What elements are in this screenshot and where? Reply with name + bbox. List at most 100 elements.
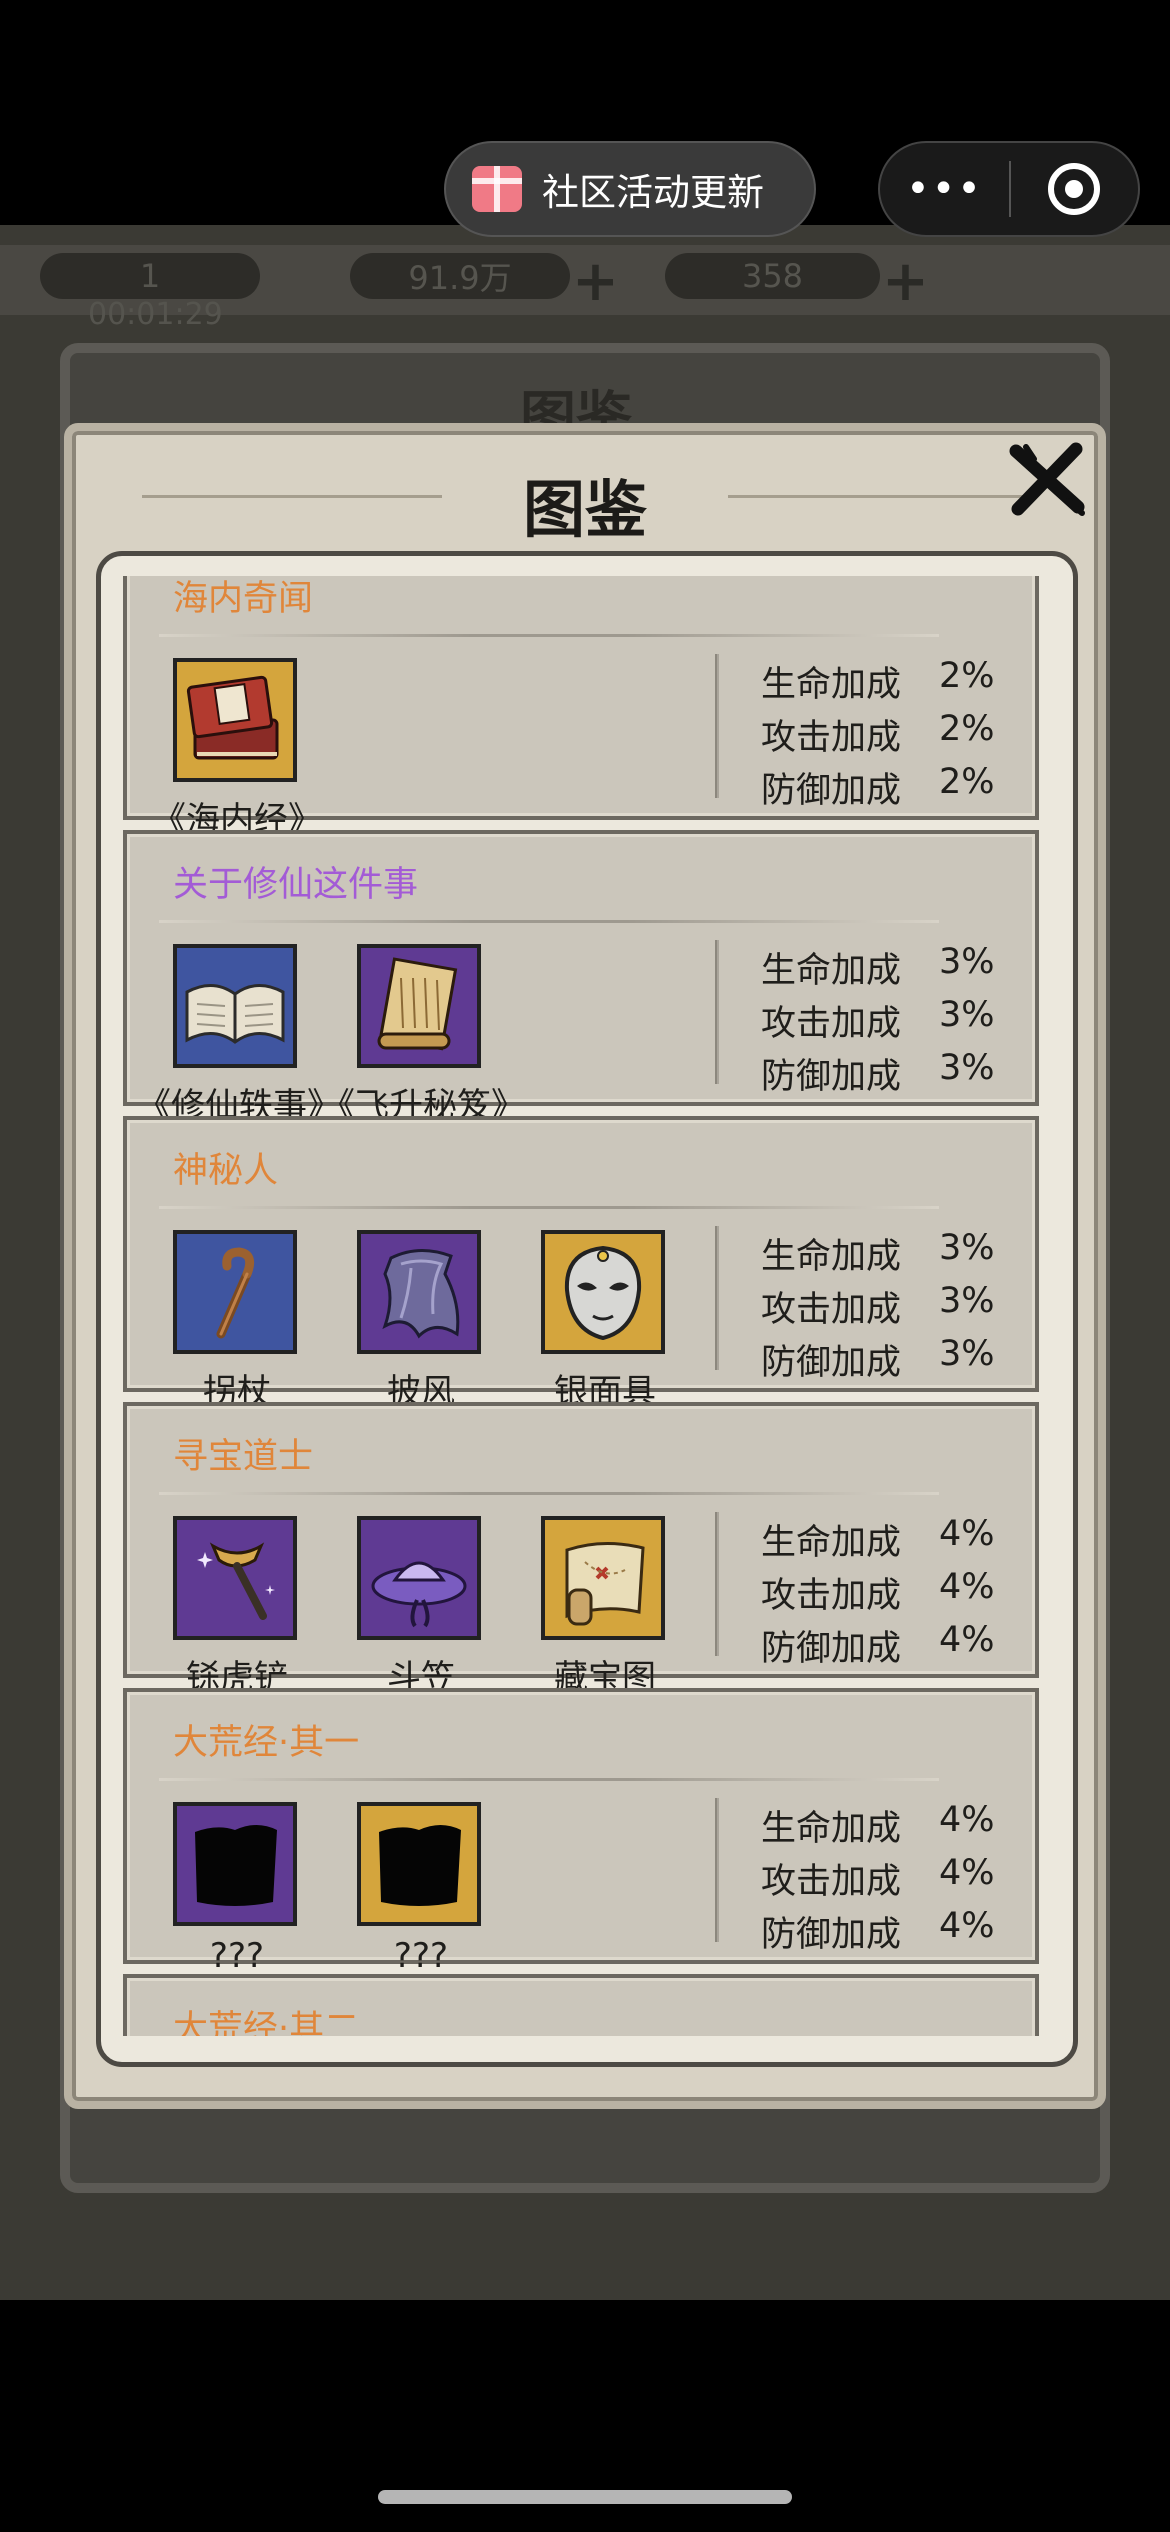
stat-row-atk: 攻击加成 4%	[761, 1567, 999, 1620]
collection-item-name: ???	[209, 1936, 265, 1976]
stat-row-hp: 生命加成 3%	[761, 942, 999, 995]
stats-separator	[715, 1512, 719, 1656]
gift-icon	[472, 166, 522, 212]
collection-card: 神秘人 拐杖 披风 银面具 生命加成 3% 攻击加成 3% 防御加成 3%	[123, 1116, 1039, 1412]
collection-title: 大荒经·其一	[173, 1723, 360, 1763]
stat-label: 生命加成	[761, 951, 902, 991]
stat-row-hp: 生命加成 4%	[761, 1800, 999, 1853]
collection-title-divider	[159, 634, 939, 637]
level-value: 1	[139, 257, 161, 295]
collection-item[interactable]: 《修仙轶事》	[137, 944, 341, 1126]
collection-modal: 图鉴 海内奇闻《海内经》 生命加成 2% 攻击加成 2% 防御加成 2% 关于修仙这件事《修仙…	[64, 423, 1106, 2109]
collection-stats: 生命加成 4% 攻击加成 4% 防御加成 4%	[761, 1800, 999, 1959]
exit-button[interactable]	[1011, 163, 1138, 215]
stat-value: 4%	[939, 1800, 995, 1840]
collection-list[interactable]: 海内奇闻《海内经》 生命加成 2% 攻击加成 2% 防御加成 2% 关于修仙这件事《修仙轶事》…	[123, 576, 1039, 2036]
stats-separator	[715, 940, 719, 1084]
stat-label: 攻击加成	[761, 1862, 902, 1902]
stats-separator	[715, 654, 719, 798]
collection-item[interactable]: 拐杖	[173, 1230, 297, 1412]
collection-title: 寻宝道士	[173, 1437, 314, 1477]
stat-row-hp: 生命加成 2%	[761, 656, 999, 709]
stat-row-def: 防御加成 4%	[761, 1620, 999, 1673]
straw-hat-icon	[371, 1561, 467, 1628]
collection-item[interactable]: 披风	[357, 1230, 481, 1412]
collection-title-divider	[159, 1492, 939, 1495]
open-book-icon	[185, 984, 285, 1044]
stat-row-hp: 生命加成 3%	[761, 1228, 999, 1281]
stats-separator	[715, 1226, 719, 1370]
collection-item[interactable]: 银面具	[541, 1230, 665, 1412]
collection-title: 神秘人	[173, 1151, 279, 1191]
collection-item[interactable]: 藏宝图	[541, 1516, 665, 1698]
stat-row-atk: 攻击加成 3%	[761, 995, 999, 1048]
stat-value: 4%	[939, 1567, 995, 1607]
currency1-plus-icon[interactable]: +	[572, 249, 619, 314]
stat-row-def: 防御加成 2%	[761, 762, 999, 815]
cloak-icon	[382, 1249, 460, 1339]
collection-card: 关于修仙这件事 《修仙轶事》 《飞升秘笈》 生命加成 3% 攻击加成 3% 防御加成 3%	[123, 830, 1039, 1126]
collection-item[interactable]: 《海内经》	[152, 658, 322, 840]
stat-value: 4%	[939, 1620, 995, 1660]
silver-mask-icon	[564, 1245, 642, 1341]
stat-row-def: 防御加成 4%	[761, 1906, 999, 1959]
stat-value: 4%	[939, 1853, 995, 1893]
stat-value: 3%	[939, 942, 995, 982]
stat-label: 攻击加成	[761, 1004, 902, 1044]
collection-item[interactable]: ???	[173, 1802, 297, 1976]
stat-label: 生命加成	[761, 665, 902, 705]
screen: 1 00:01:29 91.9万 + 358 + 图鉴 地图 社区活动更新 ••…	[0, 0, 1170, 2532]
shovel-icon	[197, 1542, 275, 1620]
home-indicator[interactable]	[378, 2490, 792, 2504]
stat-label: 防御加成	[761, 1057, 902, 1097]
close-x-icon[interactable]	[1004, 437, 1090, 523]
modal-title: 图鉴	[522, 473, 647, 546]
collection-title: 大荒经·其二	[173, 2009, 360, 2036]
currency2-value: 358	[741, 257, 804, 295]
collection-item[interactable]: ???	[357, 1802, 481, 1976]
stat-label: 生命加成	[761, 1523, 902, 1563]
stat-value: 4%	[939, 1514, 995, 1554]
currency2-plus-icon[interactable]: +	[882, 249, 929, 314]
stat-value: 2%	[939, 656, 995, 696]
collection-title-divider	[159, 1778, 939, 1781]
collection-item-name: ???	[393, 1936, 449, 1976]
scroll-icon	[377, 957, 458, 1051]
stat-row-atk: 攻击加成 3%	[761, 1281, 999, 1334]
collection-title: 关于修仙这件事	[173, 865, 419, 905]
stat-value: 3%	[939, 995, 995, 1035]
currency2-counter: 358	[665, 253, 880, 299]
stat-value: 3%	[939, 1334, 995, 1374]
collection-card: 大荒经·其一?????? 生命加成 4% 攻击加成 4% 防御加成 4%	[123, 1688, 1039, 1976]
stat-label: 攻击加成	[761, 718, 902, 758]
community-update-button[interactable]: 社区活动更新	[444, 141, 816, 237]
collection-title-divider	[159, 920, 939, 923]
collection-stats: 生命加成 3% 攻击加成 3% 防御加成 3%	[761, 942, 999, 1101]
collection-item[interactable]: 铩虎铲	[173, 1516, 297, 1698]
unknown-silhouette-icon	[195, 1825, 277, 1906]
collection-item[interactable]: 《飞升秘笈》	[321, 944, 525, 1126]
collection-stats: 生命加成 3% 攻击加成 3% 防御加成 3%	[761, 1228, 999, 1387]
stat-label: 防御加成	[761, 771, 902, 811]
book-stack-icon	[186, 675, 279, 760]
stat-label: 防御加成	[761, 1915, 902, 1955]
stat-label: 防御加成	[761, 1343, 902, 1383]
collection-card: 大荒经·其二	[123, 1974, 1039, 2036]
unknown-silhouette-icon	[379, 1825, 461, 1906]
stat-row-def: 防御加成 3%	[761, 1048, 999, 1101]
stat-label: 攻击加成	[761, 1576, 902, 1616]
collection-stats: 生命加成 2% 攻击加成 2% 防御加成 2%	[761, 656, 999, 815]
currency1-value: 91.9万	[408, 259, 512, 297]
more-dots-icon[interactable]: •••	[880, 169, 1009, 209]
stat-value: 3%	[939, 1281, 995, 1321]
game-timer: 00:01:29	[88, 297, 223, 332]
stat-label: 生命加成	[761, 1237, 902, 1277]
stat-label: 防御加成	[761, 1629, 902, 1669]
collection-title: 海内奇闻	[173, 579, 314, 619]
collection-card: 海内奇闻《海内经》 生命加成 2% 攻击加成 2% 防御加成 2%	[123, 576, 1039, 840]
stat-value: 3%	[939, 1228, 995, 1268]
level-counter: 1	[40, 253, 260, 299]
target-circle-icon	[1048, 163, 1101, 215]
stat-row-atk: 攻击加成 4%	[761, 1853, 999, 1906]
collection-item[interactable]: 斗笠	[357, 1516, 481, 1698]
